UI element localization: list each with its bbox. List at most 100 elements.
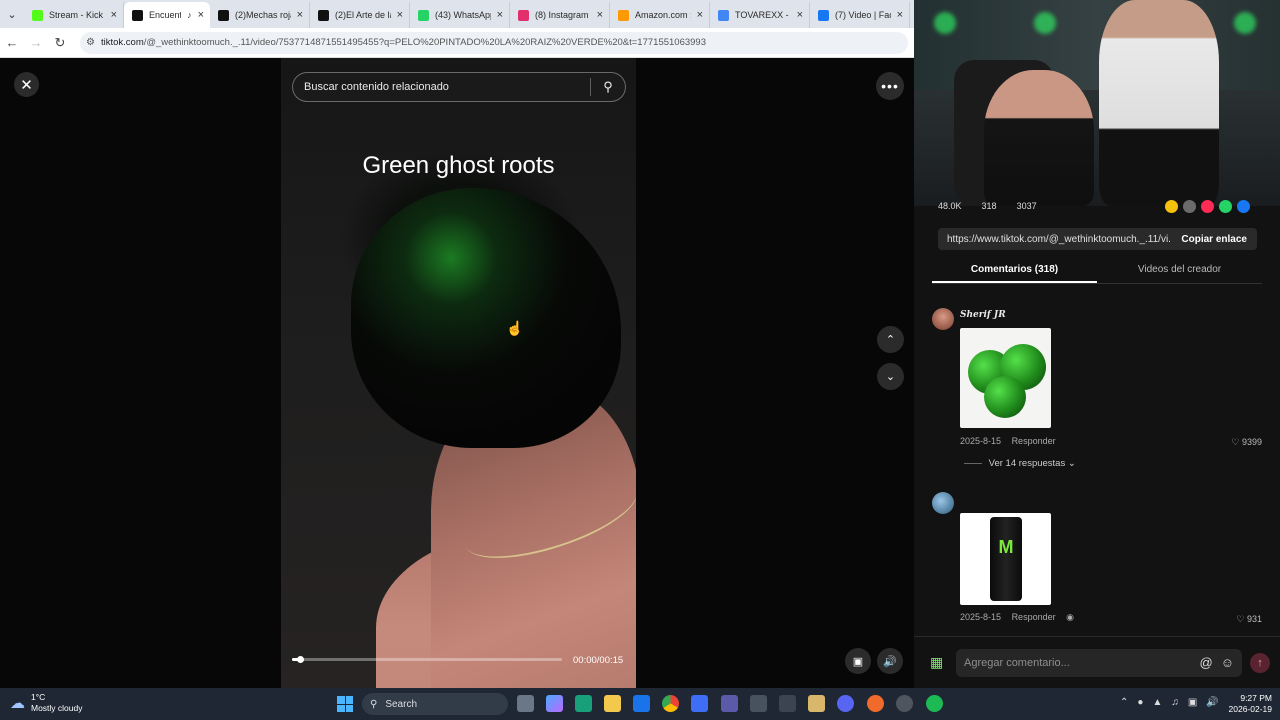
tab-creator-videos[interactable]: Videos del creador — [1097, 258, 1262, 283]
app-icon[interactable] — [721, 695, 738, 712]
video-progress-bar[interactable] — [292, 656, 562, 663]
weather-widget[interactable]: ☁ 1°C Mostly cloudy — [10, 692, 83, 714]
file-explorer-icon[interactable] — [604, 695, 621, 712]
sticker-ball — [984, 376, 1026, 418]
tab-search-dropdown-icon[interactable]: ⌄ — [0, 0, 24, 28]
taskbar-search[interactable]: ⚲ Search — [362, 693, 508, 715]
tab-comments[interactable]: Comentarios (318) — [932, 258, 1097, 283]
tab-close-icon[interactable]: × — [391, 9, 403, 21]
browser-tab[interactable]: Amazon.com : × — [610, 2, 710, 28]
webcam-neon-light — [1034, 12, 1056, 34]
tab-close-icon[interactable]: × — [891, 9, 903, 21]
tab-favicon-icon — [318, 9, 329, 21]
comment-input-placeholder: Agregar comentario... — [964, 656, 1070, 669]
like-count[interactable]: 48.0K — [938, 201, 962, 211]
browser-tab[interactable]: (2)Mechas roja × — [210, 2, 310, 28]
previous-video-chevron-up-icon[interactable]: ⌃ — [877, 326, 904, 353]
tab-label: (7) Video | Face — [835, 10, 891, 20]
tab-close-icon[interactable]: × — [192, 9, 204, 21]
more-options-icon[interactable]: ••• — [876, 72, 904, 100]
tab-close-icon[interactable]: × — [691, 9, 703, 21]
edge-icon[interactable] — [575, 695, 592, 712]
browser-tab[interactable]: TOVAREXX - Bu× — [710, 2, 810, 28]
tab-close-icon[interactable]: × — [291, 9, 303, 21]
reply-button[interactable]: Responder — [1012, 612, 1056, 622]
replies-line — [964, 462, 982, 464]
avatar[interactable] — [932, 492, 954, 514]
display-icon[interactable]: ▣ — [1188, 697, 1197, 708]
send-arrow-icon[interactable]: ↑ — [1250, 652, 1270, 673]
volume-icon[interactable]: 🔊 — [877, 648, 903, 674]
url-field[interactable]: ⚙ tiktok.com /@_wethinktoomuch._.11/vide… — [80, 31, 908, 54]
tab-close-icon[interactable]: × — [591, 9, 603, 21]
save-count[interactable]: 3037 — [1017, 201, 1037, 211]
tab-label: Stream - Kick D — [49, 10, 105, 20]
browser-tab[interactable]: (43) WhatsApp × — [410, 2, 510, 28]
tab-favicon-icon — [418, 9, 429, 21]
forward-icon[interactable]: → — [24, 35, 48, 50]
related-search-placeholder: Buscar contenido relacionado — [304, 81, 449, 93]
reload-icon[interactable]: ↻ — [48, 35, 72, 51]
reply-button[interactable]: Responder — [1012, 436, 1056, 446]
spotify-icon[interactable] — [926, 695, 943, 712]
video-player[interactable]: Buscar contenido relacionado ⚲ Green gho… — [281, 58, 636, 688]
tab-favicon-icon — [218, 9, 229, 21]
task-view-icon[interactable] — [517, 695, 534, 712]
tools-icon[interactable] — [779, 695, 796, 712]
heart-icon[interactable]: ♡ — [1231, 437, 1239, 447]
tab-close-icon[interactable]: × — [491, 9, 503, 21]
share-buttons — [1165, 199, 1250, 213]
tab-close-icon[interactable]: × — [105, 9, 117, 21]
grid-app-icon[interactable] — [750, 695, 767, 712]
share-app-icon[interactable] — [1201, 199, 1214, 213]
gift-icon[interactable]: ▦ — [930, 654, 948, 672]
tray-app-icon[interactable]: ● — [1137, 697, 1143, 708]
avatar[interactable] — [932, 308, 954, 330]
comment-like[interactable]: ♡ 9399 — [1231, 437, 1262, 448]
comment-like[interactable]: ♡ 931 — [1236, 614, 1262, 625]
comment-count[interactable]: 318 — [982, 201, 997, 211]
discord-icon[interactable] — [837, 695, 854, 712]
back-icon[interactable]: ← — [0, 35, 24, 50]
browser-tab[interactable]: (7) Video | Face× — [810, 2, 910, 28]
video-progress-knob[interactable] — [297, 656, 305, 663]
share-app-icon[interactable] — [1237, 199, 1250, 213]
comment-username[interactable]: Sherif JR — [960, 310, 1006, 320]
store-icon[interactable] — [691, 695, 708, 712]
outlook-icon[interactable] — [633, 695, 650, 712]
chevron-up-icon[interactable]: ⌃ — [1120, 697, 1128, 708]
browser-tab[interactable]: (8) Instagram × — [510, 2, 610, 28]
folder-icon[interactable] — [808, 695, 825, 712]
comment-composer: ▦ Agregar comentario... @ ☺ ↑ — [914, 636, 1280, 688]
share-app-icon[interactable] — [1219, 199, 1232, 213]
site-settings-icon[interactable]: ⚙ — [86, 37, 95, 48]
tab-close-icon[interactable]: × — [791, 9, 803, 21]
copilot-icon[interactable] — [546, 695, 563, 712]
tab-favicon-icon — [618, 9, 629, 21]
speaker-icon[interactable]: 🔊 — [1206, 697, 1218, 708]
brave-icon[interactable] — [867, 695, 884, 712]
comment-input[interactable]: Agregar comentario... @ ☺ — [956, 648, 1242, 677]
network-icon[interactable]: ▲ — [1152, 697, 1162, 708]
close-icon[interactable]: ✕ — [14, 72, 39, 97]
windows-start-icon[interactable] — [337, 696, 353, 712]
share-link-text[interactable]: https://www.tiktok.com/@_wethinktoomuch.… — [938, 234, 1171, 245]
next-video-chevron-down-icon[interactable]: ⌄ — [877, 363, 904, 390]
browser-tab[interactable]: Stream - Kick D× — [24, 2, 124, 28]
search-icon[interactable]: ⚲ — [591, 79, 625, 95]
obs-icon[interactable] — [896, 695, 913, 712]
share-app-icon[interactable] — [1183, 199, 1196, 213]
related-search-input[interactable]: Buscar contenido relacionado ⚲ — [292, 72, 626, 102]
copy-link-button[interactable]: Copiar enlace — [1171, 234, 1257, 245]
floating-player-icon[interactable]: ▣ — [845, 648, 871, 674]
view-replies-button[interactable]: Ver 14 respuestas ⌄ — [964, 458, 1076, 469]
taskbar-clock[interactable]: 9:27 PM 2026-02-19 — [1226, 693, 1272, 715]
share-app-icon[interactable] — [1165, 199, 1178, 213]
microphone-icon[interactable]: ♫ — [1171, 697, 1179, 708]
mention-icon[interactable]: @ — [1200, 655, 1213, 670]
browser-tab[interactable]: Encuentra♪× — [124, 2, 210, 28]
chrome-icon[interactable] — [662, 695, 679, 712]
browser-tab[interactable]: (2)El Arte de la × — [310, 2, 410, 28]
heart-icon[interactable]: ♡ — [1236, 614, 1244, 624]
emoji-icon[interactable]: ☺ — [1221, 655, 1234, 670]
